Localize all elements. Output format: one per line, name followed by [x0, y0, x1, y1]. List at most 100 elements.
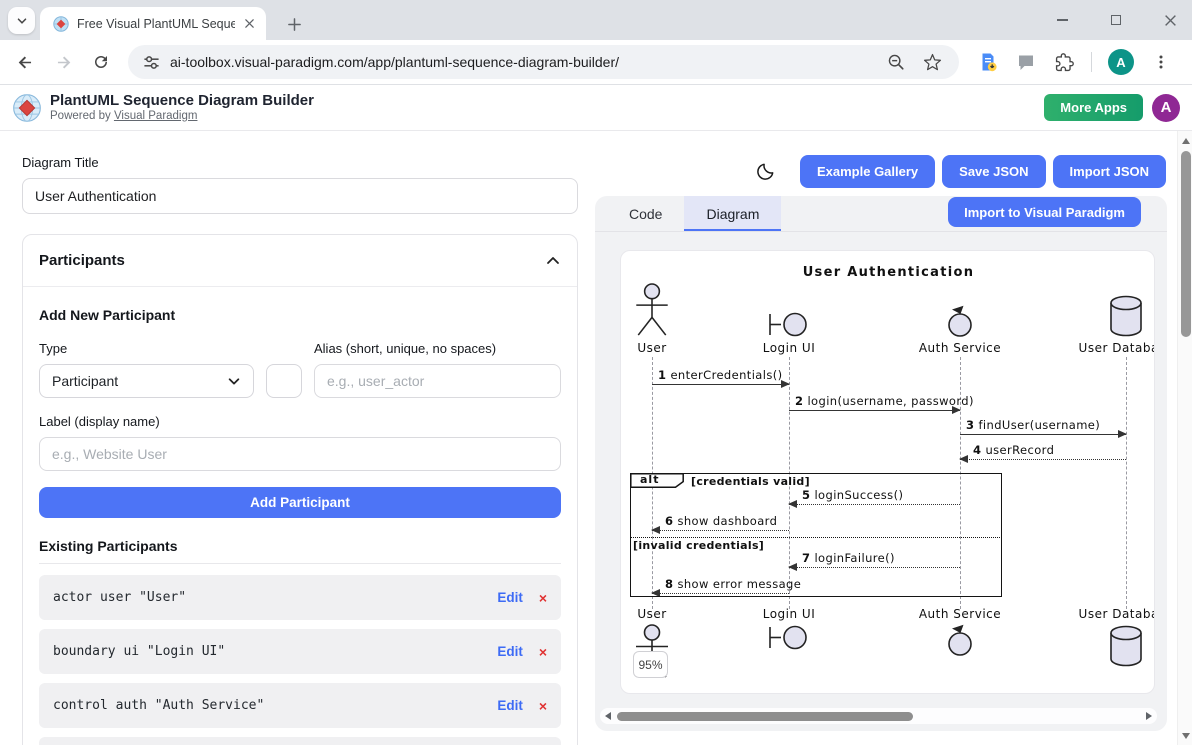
minimize-icon [1057, 19, 1068, 21]
display-name-input[interactable] [39, 437, 561, 471]
tab-close-icon[interactable] [240, 15, 258, 33]
reload-icon [92, 53, 110, 71]
powered-by: Powered by Visual Paradigm [50, 109, 314, 123]
back-button[interactable] [12, 49, 38, 75]
participant-type-select[interactable]: Participant [39, 364, 254, 398]
horizontal-scrollbar-thumb[interactable] [617, 712, 913, 721]
participant-db-bottom: User Database [1066, 607, 1155, 668]
extensions-button[interactable] [1051, 49, 1077, 75]
participant-auth-bottom: Auth Service [900, 607, 1020, 657]
participant-label: User Database [1079, 341, 1155, 355]
tab-diagram[interactable]: Diagram [684, 196, 781, 231]
participants-header[interactable]: Participants [23, 235, 577, 287]
scroll-left-arrow-icon[interactable] [605, 712, 611, 720]
participant-label: Auth Service [919, 607, 1001, 621]
extension-comment-button[interactable] [1013, 49, 1039, 75]
zoom-out-page-button[interactable] [884, 50, 908, 74]
vertical-scrollbar-thumb[interactable] [1181, 151, 1191, 337]
type-label: Type [39, 341, 254, 356]
tab-title: Free Visual PlantUML Sequence [77, 17, 235, 31]
participant-edit-link[interactable]: Edit [497, 644, 523, 659]
tab-code[interactable]: Code [607, 196, 684, 231]
participant-color-picker[interactable] [266, 364, 302, 398]
actor-icon [633, 283, 671, 338]
participant-row: control auth "Auth Service"Edit × [39, 683, 561, 728]
participant-edit-link[interactable]: Edit [497, 590, 523, 605]
participant-label: Login UI [763, 607, 816, 621]
minimize-button[interactable] [1050, 8, 1074, 32]
scroll-down-arrow-icon[interactable] [1182, 733, 1190, 739]
message-arrow-1 [652, 384, 789, 385]
existing-participants-title: Existing Participants [39, 538, 561, 554]
participant-row: boundary ui "Login UI"Edit× [39, 629, 561, 674]
user-avatar[interactable]: A [1152, 94, 1180, 122]
plus-icon [287, 17, 302, 32]
message-arrow-4 [960, 459, 1126, 460]
toolbar-divider [1091, 52, 1092, 72]
alt-divider [630, 537, 1002, 538]
import-json-button[interactable]: Import JSON [1053, 155, 1166, 188]
participant-code: control auth "Auth Service" [53, 698, 497, 713]
example-gallery-button[interactable]: Example Gallery [800, 155, 935, 188]
add-participant-button[interactable]: Add Participant [39, 487, 561, 518]
scroll-up-arrow-icon[interactable] [1182, 138, 1190, 144]
dark-mode-toggle[interactable] [753, 159, 779, 185]
participant-label: Auth Service [919, 341, 1001, 355]
save-json-button[interactable]: Save JSON [942, 155, 1045, 188]
zoom-level-badge: 95% [633, 651, 668, 678]
diagram-title-input[interactable] [22, 178, 578, 214]
participant-delete-button[interactable]: × [539, 644, 547, 660]
horizontal-scrollbar[interactable] [600, 708, 1157, 724]
scroll-right-arrow-icon[interactable] [1146, 712, 1152, 720]
moon-icon [755, 161, 776, 182]
chevron-down-icon [227, 374, 241, 388]
message-label-1: 1 enterCredentials() [658, 368, 783, 382]
maximize-button[interactable] [1104, 8, 1128, 32]
more-apps-button[interactable]: More Apps [1044, 94, 1143, 121]
right-panel: Example Gallery Save JSON Import JSON Co… [595, 131, 1177, 745]
participant-delete-button[interactable]: × [539, 698, 547, 714]
comment-bubble-icon [1017, 53, 1035, 71]
close-button[interactable] [1158, 8, 1182, 32]
url-text: ai-toolbox.visual-paradigm.com/app/plant… [170, 54, 619, 70]
control-icon [945, 305, 975, 338]
alias-input[interactable] [314, 364, 561, 398]
diagram-toolbar: Example Gallery Save JSON Import JSON [595, 155, 1166, 188]
vertical-scrollbar[interactable] [1177, 131, 1192, 745]
tab-search-button[interactable] [8, 7, 35, 34]
diagram-title-label: Diagram Title [22, 155, 578, 170]
magnifier-minus-icon [887, 53, 905, 71]
existing-participants-list: actor user "User"Edit×boundary ui "Login… [39, 575, 561, 745]
browser-menu-button[interactable] [1148, 49, 1174, 75]
bookmark-button[interactable] [920, 50, 944, 74]
guard-credentials-valid: [credentials valid] [691, 475, 810, 488]
boundary-icon [766, 311, 812, 338]
arrow-right-icon [54, 53, 73, 72]
star-icon [923, 53, 942, 72]
participant-delete-button[interactable]: × [539, 590, 547, 606]
participant-edit-link[interactable]: Edit [497, 698, 523, 713]
browser-window: Free Visual PlantUML Sequence [0, 0, 1192, 745]
new-tab-button[interactable] [281, 11, 307, 37]
message-label-2: 2 login(username, password) [795, 394, 974, 408]
url-bar[interactable]: ai-toolbox.visual-paradigm.com/app/plant… [128, 45, 959, 79]
window-controls [1050, 0, 1182, 40]
type-selected-value: Participant [52, 373, 118, 389]
browser-profile-avatar[interactable]: A [1108, 49, 1134, 75]
browser-tab[interactable]: Free Visual PlantUML Sequence [40, 7, 266, 40]
alt-fragment-box [630, 473, 1002, 597]
divider [39, 563, 561, 564]
browser-toolbar: ai-toolbox.visual-paradigm.com/app/plant… [0, 40, 1192, 85]
maximize-icon [1111, 15, 1121, 25]
add-new-participant-title: Add New Participant [39, 307, 561, 323]
visual-paradigm-link[interactable]: Visual Paradigm [114, 110, 198, 122]
guard-invalid-credentials: [invalid credentials] [633, 539, 764, 552]
alias-label: Alias (short, unique, no spaces) [314, 341, 561, 356]
chevron-up-icon[interactable] [545, 253, 561, 269]
database-icon [1108, 624, 1144, 668]
import-to-visual-paradigm-button[interactable]: Import to Visual Paradigm [948, 197, 1141, 227]
browser-titlebar: Free Visual PlantUML Sequence [0, 0, 1192, 40]
reload-button[interactable] [88, 49, 114, 75]
forward-button[interactable] [50, 49, 76, 75]
extension-docs-button[interactable] [975, 49, 1001, 75]
